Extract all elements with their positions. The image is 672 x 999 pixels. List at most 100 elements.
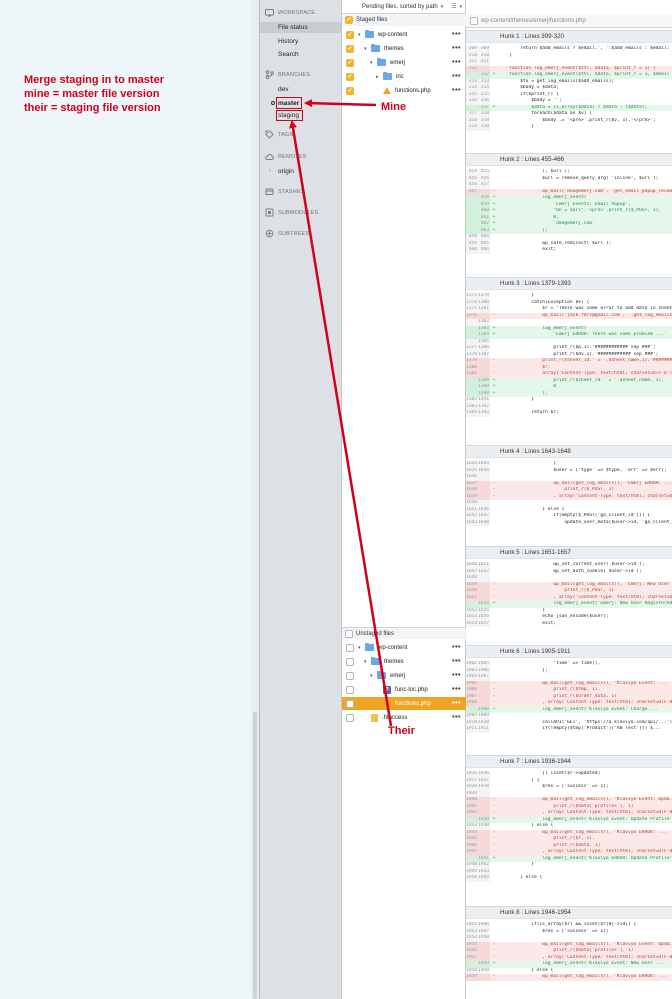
staged-file-row[interactable]: ✓ ▾ themes ••• [342,42,466,55]
diff-sign [490,726,498,733]
sidebar-heading-stashes[interactable]: STASHES [265,187,305,196]
diff-file-path: wp-content/themes/emerj/functions.php [481,17,586,24]
old-line-number: 1911 [466,726,478,733]
sidebar-branch-dev[interactable]: dev [278,86,288,93]
sidebar-heading-remotes[interactable]: REMOTES [265,152,307,161]
staged-file-row[interactable]: ✓ functions.php ••• [342,84,466,97]
chevron-down-icon[interactable]: ▾ [364,46,371,52]
unstaged-file-row[interactable]: ▾ wp-content ••• [342,641,466,654]
sidebar-heading-workspace[interactable]: WORKSPACE [265,8,315,17]
diff-code: log_emerj_event('Klaviyo Event: Charge .… [498,706,659,712]
annotation-mine: Mine [381,101,407,113]
more-actions-icon[interactable]: ••• [452,73,461,80]
file-name: wp-content [378,31,408,38]
file-checkbox[interactable] [346,685,354,694]
diff-line[interactable]: 1654 1657 exit; [466,620,672,627]
sidebar-heading-submodules[interactable]: SUBMODULES [265,208,319,217]
diff-code: return $add_emails ? $email.', '.$add_em… [498,46,670,51]
sidebar-heading-branches[interactable]: BRANCHES [265,70,310,79]
more-actions-icon[interactable]: ••• [452,658,461,665]
diff-line[interactable]: 319 320 } [466,124,672,131]
more-actions-icon[interactable]: ••• [452,700,461,707]
diff-hunk: Hunk 7 : Lines 1936-1944 1936 1936 || isse… [466,755,672,882]
diff-line[interactable]: 1643 1648 update_user_meta($user->id, 'ga… [466,519,672,526]
more-actions-icon[interactable]: ••• [452,644,461,651]
sidebar-branch-staging[interactable]: staging [278,112,299,119]
more-actions-icon[interactable]: ••• [452,59,461,66]
diff-hunk: Hunk 5 : Lines 1651-1657 1646 1651 wp_set_… [466,546,672,627]
more-actions-icon[interactable]: ••• [452,714,461,721]
file-checkbox[interactable] [346,643,354,652]
diff-file-header: wp-content/themes/emerj/functions.php [466,14,672,28]
more-actions-icon[interactable]: ••• [452,672,461,679]
diff-code: exit; [498,620,557,626]
list-view-icon[interactable]: ☰ [451,3,456,10]
new-line-number: 1944 [478,875,490,882]
more-actions-icon[interactable]: ••• [452,686,461,693]
file-checkbox[interactable]: ✓ [346,44,354,53]
unstaged-files-header[interactable]: Unstaged files [342,627,466,639]
staged-file-row[interactable]: ✓ ▾ wp-content ••• [342,28,466,41]
unstaged-file-row[interactable]: ? func-loc.php ••• [342,683,466,696]
conflict-warning-icon [383,87,391,94]
file-checkbox[interactable]: ✓ [346,86,354,95]
file-checkbox[interactable]: ✓ [346,58,354,67]
unstaged-file-row[interactable]: functions.php ••• [342,697,466,710]
diff-line[interactable]: 1959 - wp_mail(get_log_emails(), 'Klaviyo… [466,974,672,981]
chevron-right-icon[interactable]: ▸ [376,74,383,80]
staged-file-row[interactable]: ✓ ▾ emerj ••• [342,56,466,69]
annotation-note: Merge staging in to master mine = master… [24,73,164,115]
staged-files-header[interactable]: ✓ Staged files [342,14,466,26]
chevron-down-icon[interactable]: ▾ [358,645,365,651]
more-actions-icon[interactable]: ••• [452,87,461,94]
hunk-header[interactable]: Hunk 8 : Lines 1946-1954 [466,906,672,919]
diff-line[interactable]: 460 466 exit; [466,247,672,254]
chevron-down-icon[interactable]: ▾ [370,60,377,66]
more-actions-icon[interactable]: ••• [452,31,461,38]
staged-file-row[interactable]: ✓ ▸ inc ••• [342,70,466,83]
file-checkbox[interactable]: ✓ [346,72,354,81]
diff-hunk: Hunk 2 : Lines 455-466 454 455 ), $url ); 4… [466,153,672,254]
diff-line[interactable]: 1384 1393 return $r; [466,410,672,417]
file-checkbox[interactable] [346,699,354,708]
hunk-header[interactable]: Hunk 6 : Lines 1905-1911 [466,645,672,658]
sidebar-heading-subtrees[interactable]: SUBTREES [265,229,309,238]
file-checkbox[interactable] [346,671,354,680]
annotation-their: Their [388,725,415,737]
sidebar-item-history[interactable]: History [278,38,298,45]
diff-line[interactable]: 1911 1911 if(!empty($tmp['Product']['AB T… [466,726,672,733]
hunk-header[interactable]: Hunk 2 : Lines 455-466 [466,153,672,166]
sidebar-remote-origin[interactable]: › origin [269,168,294,175]
file-name: .htaccess [382,714,408,721]
unstaged-file-row[interactable]: ▾ themes ••• [342,655,466,668]
file-checkbox[interactable]: ✓ [346,30,354,39]
sort-dropdown[interactable]: Pending files, sorted by path ▾ ☰ ▾ [342,0,466,14]
scrollbar-thumb[interactable] [253,712,257,999]
sidebar-item-file-status[interactable]: File status [278,24,308,31]
sidebar-branch-master[interactable]: master [278,100,299,107]
checkbox-diff-file[interactable] [470,16,478,25]
unstaged-file-row[interactable]: ▾ emerj ••• [342,669,466,682]
hunk-header[interactable]: Hunk 5 : Lines 1651-1657 [466,546,672,559]
old-line-number: 319 [466,124,478,131]
checkbox-unstaged-all[interactable] [345,629,353,638]
more-actions-icon[interactable]: ••• [452,45,461,52]
hunk-header[interactable]: Hunk 4 : Lines 1643-1648 [466,445,672,458]
file-name: wp-content [378,644,408,651]
hunk-header[interactable]: Hunk 1 : Lines 309-320 [466,30,672,43]
chevron-down-icon[interactable]: ▾ [358,32,365,38]
chevron-down-icon[interactable]: ▾ [364,659,371,665]
file-checkbox[interactable] [346,657,354,666]
sidebar-heading-tags[interactable]: TAGS [265,130,293,139]
hunk-header[interactable]: Hunk 3 : Lines 1379-1393 [466,277,672,290]
hunk-header[interactable]: Hunk 7 : Lines 1936-1944 [466,755,672,768]
file-checkbox[interactable] [346,713,354,722]
file-name: themes [384,658,404,665]
chevron-down-icon[interactable]: ▾ [370,673,377,679]
diff-line[interactable]: 1950 1944 } else { [466,875,672,882]
checkbox-staged-all[interactable]: ✓ [345,16,353,24]
window-edge-scrollbar[interactable] [251,0,259,999]
file-name: inc [396,73,404,80]
sidebar-item-search[interactable]: Search [278,51,299,58]
unstaged-file-row[interactable]: .htaccess ••• [342,711,466,724]
